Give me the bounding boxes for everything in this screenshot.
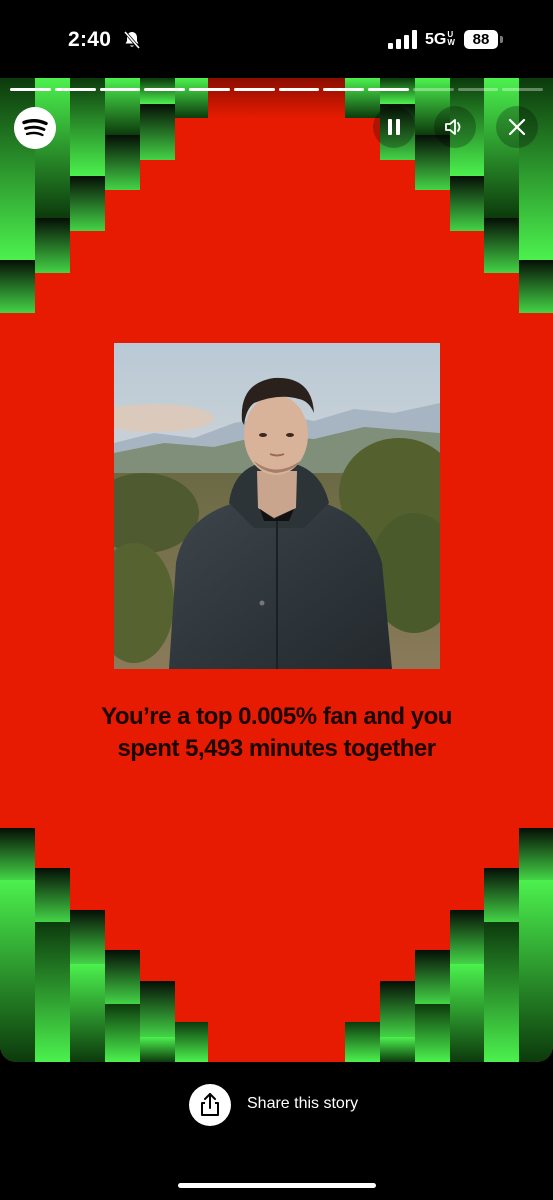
headline-line-2: spent 5,493 minutes together (117, 735, 436, 762)
progress-segment (10, 88, 51, 91)
status-time: 2:40 (68, 28, 112, 51)
progress-segment (144, 88, 185, 91)
close-button[interactable] (496, 106, 538, 148)
signal-icon (388, 30, 417, 49)
progress-segment (323, 88, 364, 91)
network-suffix: UW (447, 30, 455, 47)
battery-nub (500, 36, 503, 43)
progress-segment (278, 88, 320, 91)
bell-slash-icon (124, 31, 140, 49)
battery-level: 88 (472, 31, 490, 48)
progress-segment (99, 88, 141, 91)
pause-button[interactable] (373, 106, 415, 148)
story-card[interactable]: You’re a top 0.005% fan and you spent 5,… (0, 78, 553, 1062)
status-bar: 2:40 5GUW 88 (0, 0, 553, 80)
progress-segment (233, 88, 275, 91)
progress-segment (502, 88, 543, 91)
headline-line-1: You’re a top 0.005% fan and you (101, 703, 452, 730)
spotify-logo-icon (14, 107, 56, 149)
progress-segment (412, 88, 454, 91)
progress-segment (54, 88, 96, 91)
artist-photo (114, 343, 440, 669)
stat-headline: You’re a top 0.005% fan and you spent 5,… (40, 701, 513, 765)
progress-segment (457, 88, 499, 91)
share-button[interactable] (189, 1084, 231, 1126)
battery-icon: 88 (464, 30, 498, 49)
volume-button[interactable] (434, 106, 476, 148)
story-progress-bar (10, 88, 543, 91)
share-icon (201, 1093, 219, 1116)
progress-segment (368, 88, 409, 91)
close-icon (508, 118, 526, 136)
home-indicator[interactable] (178, 1183, 376, 1188)
volume-icon (445, 119, 461, 135)
pause-icon (388, 119, 400, 135)
progress-segment (189, 88, 230, 91)
share-story-label[interactable]: Share this story (247, 1095, 358, 1113)
network-type: 5GUW (425, 30, 455, 49)
